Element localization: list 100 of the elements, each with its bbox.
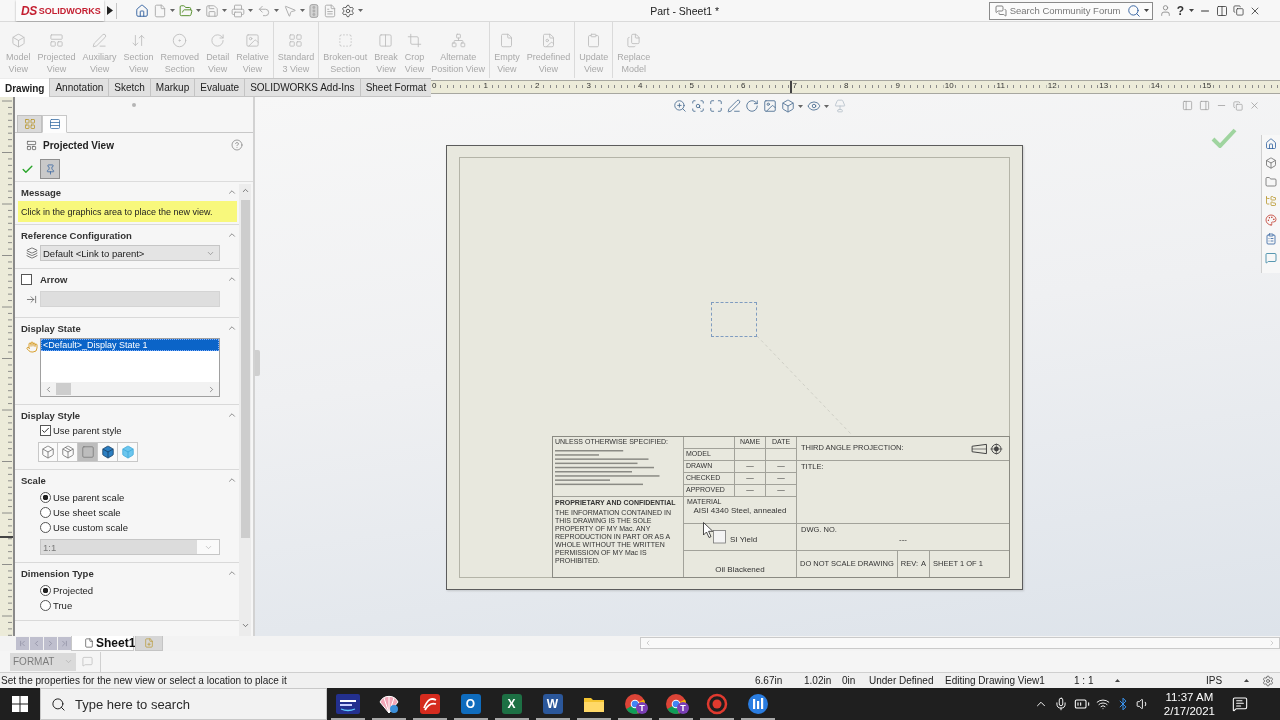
sheet-tab[interactable]: Sheet1 <box>71 636 134 651</box>
caret-icon[interactable] <box>1143 9 1149 12</box>
scrollbar[interactable] <box>41 382 219 396</box>
caret-icon[interactable] <box>798 104 803 108</box>
network-icon <box>450 33 466 48</box>
microphone-icon[interactable] <box>1053 697 1068 711</box>
message-icon[interactable] <box>1265 252 1277 264</box>
columns-icon[interactable] <box>1216 4 1228 17</box>
tab[interactable]: SOLIDWORKS Add-Ins <box>244 78 360 97</box>
open-folder-icon[interactable] <box>179 3 193 18</box>
radio-button[interactable] <box>40 600 51 611</box>
columns-icon <box>378 33 394 48</box>
settings-icon[interactable] <box>340 3 355 18</box>
eye-icon[interactable] <box>807 99 821 113</box>
chevron-down-icon <box>64 657 73 666</box>
tab[interactable]: Evaluate <box>194 78 245 97</box>
scan-search-icon[interactable] <box>691 99 705 113</box>
cube-icon[interactable] <box>781 99 795 113</box>
panel-tab[interactable] <box>42 115 67 133</box>
ruler-number: 1 <box>482 81 489 91</box>
home-icon[interactable] <box>135 3 149 18</box>
notification-icon[interactable] <box>1232 696 1248 712</box>
list-item[interactable]: <Default>_Display State 1 <box>41 339 219 351</box>
radio-button[interactable] <box>40 522 51 533</box>
windows-logo-icon <box>12 696 28 712</box>
caret-icon[interactable] <box>300 9 305 12</box>
caret-icon[interactable] <box>1115 679 1121 682</box>
caret-icon[interactable] <box>170 9 175 12</box>
tab[interactable]: Sketch <box>108 78 150 97</box>
check-icon[interactable] <box>1211 128 1237 148</box>
scrollbar-thumb[interactable] <box>56 383 71 395</box>
clipboard-list-icon[interactable] <box>1265 233 1277 245</box>
word-icon: W <box>542 694 563 714</box>
splitter-handle[interactable] <box>255 350 260 376</box>
pin-button[interactable] <box>40 159 60 179</box>
expand-icon[interactable] <box>709 99 723 113</box>
folder-icon[interactable] <box>1265 176 1277 188</box>
ruler-number: 0 <box>431 81 438 91</box>
help-icon[interactable] <box>231 139 243 151</box>
checkbox[interactable] <box>40 425 51 436</box>
wifi-icon[interactable] <box>1095 697 1110 711</box>
section-heading: Arrow <box>40 273 68 285</box>
tab[interactable]: Markup <box>149 78 195 97</box>
rows-icon <box>48 118 61 130</box>
caret-icon[interactable] <box>196 9 201 12</box>
scrollbar[interactable] <box>239 184 251 636</box>
restore-icon[interactable] <box>1233 5 1244 16</box>
restore-icon[interactable] <box>1233 100 1243 111</box>
dashed-square-icon <box>337 33 353 48</box>
listbox[interactable]: <Default>_Display State 1 <box>40 338 220 397</box>
check-icon <box>41 426 50 435</box>
folder-icon <box>582 695 605 713</box>
ruler-number: 5 <box>688 81 695 91</box>
search-field[interactable]: Type here to search <box>40 688 327 720</box>
status-field: 1 : 1 <box>1074 675 1094 686</box>
search-field[interactable]: Search Community Forum <box>988 1 1153 20</box>
search-icon[interactable] <box>1126 3 1141 18</box>
caret-icon[interactable] <box>1244 679 1250 682</box>
scrollbar[interactable] <box>640 637 1280 649</box>
section-heading: Display Style <box>21 409 81 421</box>
user-icon[interactable] <box>1158 4 1172 17</box>
home-icon[interactable] <box>1265 138 1277 150</box>
panel-tab[interactable] <box>17 115 42 133</box>
radio-button[interactable] <box>40 492 51 503</box>
ruler-number: 15 <box>1201 81 1213 91</box>
caret-icon[interactable] <box>824 104 829 108</box>
tab[interactable]: Annotation <box>49 78 109 97</box>
cube-icon <box>10 33 26 48</box>
panel-right-icon[interactable] <box>1199 100 1210 111</box>
settings-icon[interactable] <box>1262 674 1274 687</box>
radio-button[interactable] <box>40 507 51 518</box>
image-icon[interactable] <box>763 99 777 113</box>
caret-icon[interactable] <box>357 9 363 12</box>
cube-icon[interactable] <box>1265 157 1277 169</box>
caret-icon[interactable] <box>222 9 227 12</box>
ruler-number: 4 <box>637 81 644 91</box>
battery-icon[interactable] <box>1073 696 1090 712</box>
clock-time: 11:37 AM <box>1165 690 1214 704</box>
radio-button[interactable] <box>40 585 51 596</box>
caret-icon[interactable] <box>274 9 279 12</box>
display-style-button[interactable] <box>58 442 78 462</box>
display-style-button[interactable] <box>38 442 58 462</box>
tab[interactable]: Sheet Format <box>359 78 432 97</box>
display-style-button[interactable] <box>98 442 118 462</box>
expand-arrow-icon[interactable] <box>107 6 113 15</box>
scrollbar-thumb[interactable] <box>240 200 250 538</box>
folder-tree-icon[interactable] <box>1265 195 1277 207</box>
zoom-in-icon[interactable] <box>673 99 687 113</box>
tab[interactable]: Drawing <box>0 78 50 97</box>
caret-icon[interactable] <box>1189 9 1194 12</box>
configuration-select[interactable]: Default <Link to parent> <box>40 245 220 261</box>
caret-icon[interactable] <box>248 9 253 12</box>
checkbox[interactable] <box>21 273 32 285</box>
handle-icon[interactable] <box>132 103 136 107</box>
drawing-number: --- <box>899 534 907 544</box>
palette-icon[interactable] <box>1265 214 1277 226</box>
pencil-icon[interactable] <box>727 99 741 113</box>
rotate-icon[interactable] <box>745 99 759 113</box>
help-button[interactable]: ? <box>1176 3 1184 18</box>
panel-left-icon[interactable] <box>1182 100 1193 111</box>
